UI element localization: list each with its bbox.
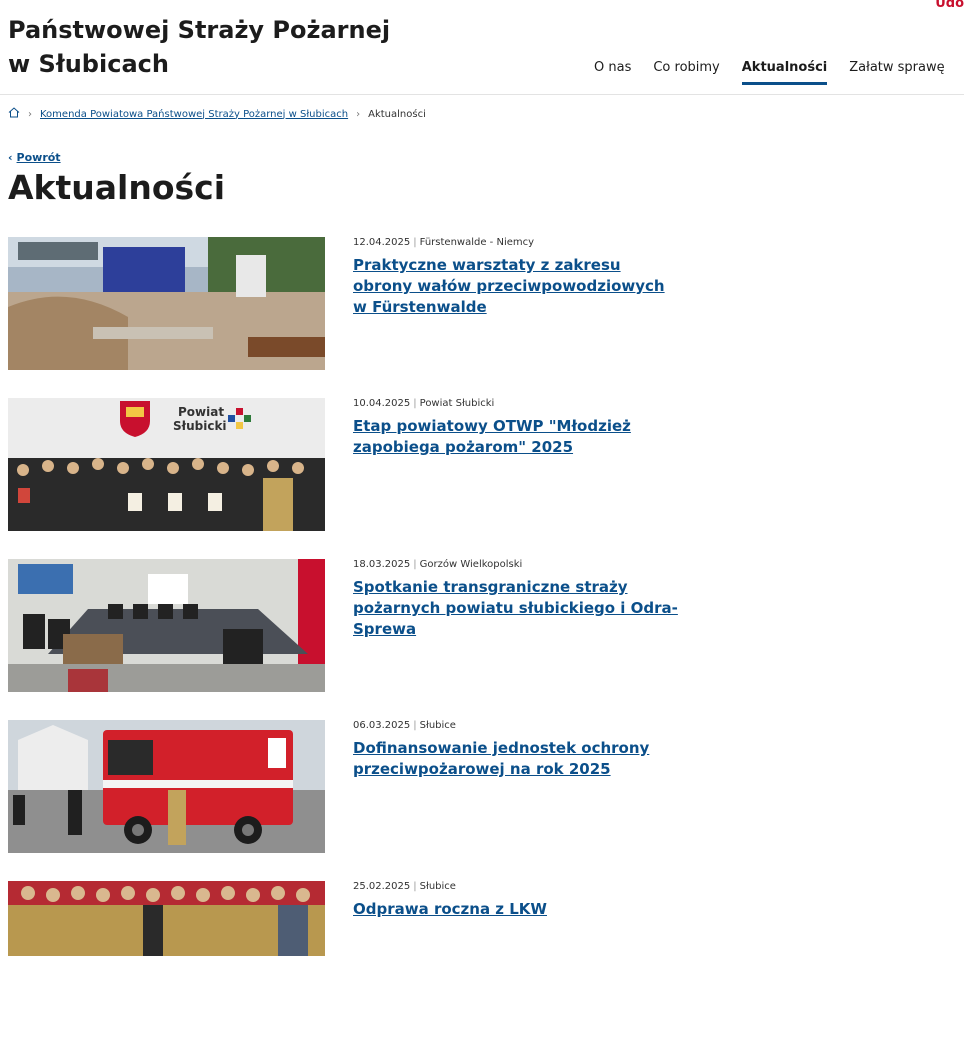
news-title-link[interactable]: Etap powiatowy OTWP "Młodzież zapobiega … [353, 416, 683, 458]
coat-of-arms-icon [120, 401, 150, 437]
breadcrumb-current: Aktualności [368, 108, 426, 120]
news-title-link[interactable]: Praktyczne warsztaty z zakresu obrony wa… [353, 255, 683, 318]
news-place: Słubice [419, 720, 456, 731]
nav-item-o-nas[interactable]: O nas [594, 60, 631, 85]
chevron-right-icon: › [356, 108, 361, 120]
news-title-link[interactable]: Spotkanie transgraniczne straży pożarnyc… [353, 577, 683, 640]
news-thumbnail[interactable] [8, 559, 325, 692]
news-item: 12.04.2025 | Fürstenwalde - Niemcy Praktyc… [8, 237, 908, 398]
news-date: 12.04.2025 [353, 237, 411, 248]
back-link[interactable]: ‹ Powrót [8, 151, 61, 164]
news-place: Słubice [419, 881, 456, 892]
corner-link[interactable]: Udo [935, 0, 964, 11]
site-title-line2[interactable]: w Słubicach [8, 50, 169, 78]
news-thumbnail[interactable] [8, 881, 325, 956]
svg-text:Słubicki: Słubicki [173, 419, 227, 433]
news-meta: 12.04.2025 | Fürstenwalde - Niemcy [353, 237, 535, 248]
news-item: Powiat Słubicki 10.04.2025 | Powiat Słub… [8, 398, 908, 559]
news-item: 25.02.2025 | Słubice Odprawa roczna z LKW [8, 881, 908, 1042]
news-list: 12.04.2025 | Fürstenwalde - Niemcy Praktyc… [8, 237, 908, 1042]
news-place: Powiat Słubicki [419, 398, 495, 409]
chevron-left-icon: ‹ [8, 151, 13, 164]
site-title-line1[interactable]: Państwowej Straży Pożarnej [8, 16, 390, 44]
nav-item-co-robimy[interactable]: Co robimy [653, 60, 719, 85]
chevron-right-icon: › [28, 108, 32, 120]
nav-item-aktualnosci[interactable]: Aktualności [741, 60, 827, 85]
news-item: 06.03.2025 | Słubice Dofinansowanie jednos… [8, 720, 908, 881]
news-thumbnail[interactable] [8, 720, 325, 853]
news-place: Fürstenwalde - Niemcy [419, 237, 535, 248]
home-icon[interactable] [8, 107, 20, 121]
news-title-link[interactable]: Odprawa roczna z LKW [353, 899, 683, 920]
news-date: 06.03.2025 [353, 720, 411, 731]
news-meta: 06.03.2025 | Słubice [353, 720, 456, 731]
breadcrumb: › Komenda Powiatowa Państwowej Straży Po… [8, 107, 426, 121]
news-thumbnail[interactable] [8, 237, 325, 370]
news-place: Gorzów Wielkopolski [419, 559, 523, 570]
nav-item-zalatw-sprawe[interactable]: Załatw sprawę [849, 60, 944, 85]
news-meta: 18.03.2025 | Gorzów Wielkopolski [353, 559, 523, 570]
page-title: Aktualności [8, 168, 226, 207]
news-date: 18.03.2025 [353, 559, 411, 570]
news-title-link[interactable]: Dofinansowanie jednostek ochrony przeciw… [353, 738, 683, 780]
news-date: 25.02.2025 [353, 881, 411, 892]
news-meta: 25.02.2025 | Słubice [353, 881, 456, 892]
main-nav: O nas Co robimy Aktualności Załatw spraw… [594, 60, 964, 85]
news-meta: 10.04.2025 | Powiat Słubicki [353, 398, 495, 409]
svg-text:Powiat: Powiat [178, 405, 224, 419]
breadcrumb-link-komenda[interactable]: Komenda Powiatowa Państwowej Straży Poża… [40, 109, 348, 120]
news-item: 18.03.2025 | Gorzów Wielkopolski Spotkanie… [8, 559, 908, 720]
back-link-label[interactable]: Powrót [17, 151, 61, 164]
news-date: 10.04.2025 [353, 398, 411, 409]
news-thumbnail[interactable]: Powiat Słubicki [8, 398, 325, 531]
site-header: Państwowej Straży Pożarnej w Słubicach U… [0, 0, 964, 95]
